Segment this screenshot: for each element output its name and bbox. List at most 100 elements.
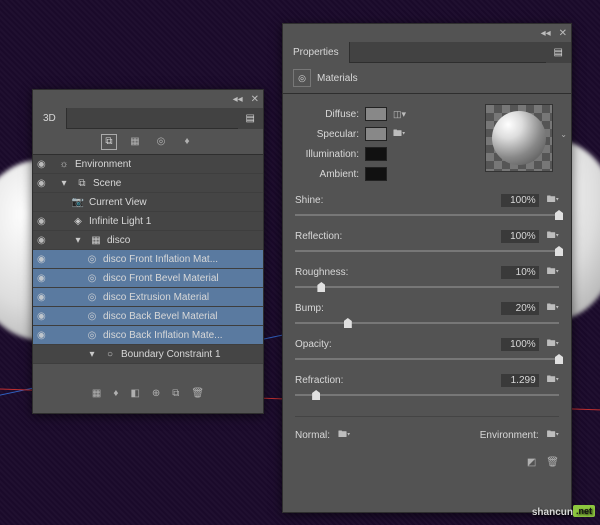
panel-menu-icon[interactable]: ▤ <box>238 108 263 129</box>
tree-row[interactable]: ◉▾⧉Scene <box>33 174 263 193</box>
slider-texture-icon[interactable]: 🖿▾ <box>547 228 559 244</box>
tree-row[interactable]: 📷Current View <box>33 193 263 212</box>
slider-thumb[interactable] <box>555 354 563 364</box>
specular-texture-icon[interactable]: 🖿▾ <box>393 126 405 142</box>
slider-track[interactable] <box>295 318 559 328</box>
slider-value[interactable]: 100% <box>501 338 539 351</box>
tab-properties[interactable]: Properties <box>283 42 350 63</box>
slider-row: Reflection: 100% 🖿▾ <box>295 228 559 256</box>
normal-texture-icon[interactable]: 🖿▾ <box>338 427 350 443</box>
slider-track[interactable] <box>295 354 559 364</box>
new-mesh-icon[interactable]: ▦ <box>92 388 101 399</box>
slider-thumb[interactable] <box>555 210 563 220</box>
ambient-swatch[interactable] <box>365 167 387 181</box>
tree-row[interactable]: ◉▾▦disco <box>33 231 263 250</box>
tab-3d[interactable]: 3D <box>33 108 67 129</box>
diffuse-swatch[interactable] <box>365 107 387 121</box>
visibility-icon[interactable]: ◉ <box>37 273 49 284</box>
item-type-icon: 📷 <box>71 197 85 208</box>
item-label: disco Extrusion Material <box>103 292 209 303</box>
normal-label: Normal: <box>295 430 330 441</box>
trash-icon[interactable]: 🗑 <box>546 457 559 468</box>
item-type-icon: ◈ <box>71 216 85 227</box>
slider-track[interactable] <box>295 210 559 220</box>
visibility-icon[interactable]: ◉ <box>37 235 49 246</box>
panel-3d-bottom: ▦ ♦ ◧ ⊕ ⧉ 🗑 <box>33 381 263 405</box>
item-type-icon: ☼ <box>57 159 71 170</box>
filter-material-icon[interactable]: ◎ <box>153 134 169 150</box>
panel-menu-icon[interactable]: ▤ <box>546 42 571 63</box>
slider-row: Shine:100%🖿▾ <box>295 192 559 220</box>
item-label: disco Back Inflation Mate... <box>103 330 223 341</box>
filter-mesh-icon[interactable]: ▦ <box>127 134 143 150</box>
slider-value[interactable]: 1.299 <box>501 374 539 387</box>
visibility-icon[interactable]: ◉ <box>37 311 49 322</box>
visibility-icon[interactable]: ◉ <box>37 292 49 303</box>
slider-label: Reflection: <box>295 231 342 242</box>
slider-thumb[interactable] <box>317 282 325 292</box>
slider-thumb[interactable] <box>344 318 352 328</box>
duplicate-icon[interactable]: ⧉ <box>172 388 179 399</box>
collapse-icon[interactable]: ◂◂ <box>541 28 551 39</box>
visibility-icon[interactable]: ◉ <box>37 178 49 189</box>
section-materials[interactable]: ◎ Materials <box>283 63 571 94</box>
close-icon[interactable]: ✕ <box>251 94 259 105</box>
tree-row[interactable]: ◉☼Environment <box>33 155 263 174</box>
new-camera-icon[interactable]: ◧ <box>130 388 139 399</box>
material-preview[interactable] <box>485 104 553 172</box>
slider-track[interactable] <box>295 246 559 256</box>
item-label: disco Back Bevel Material <box>103 311 218 322</box>
slider-label: Refraction: <box>295 375 343 386</box>
slider-value[interactable]: 100% <box>501 230 539 243</box>
close-icon[interactable]: ✕ <box>559 28 567 39</box>
preview-dropdown-icon[interactable]: ⌄ <box>560 130 567 139</box>
delete-icon[interactable]: 🗑 <box>191 388 204 399</box>
specular-swatch[interactable] <box>365 127 387 141</box>
slider-row: Opacity:100%🖿▾ <box>295 336 559 364</box>
slider-texture-icon[interactable]: 🖿▾ <box>547 264 559 280</box>
slider-thumb[interactable] <box>312 390 320 400</box>
add-icon[interactable]: ⊕ <box>152 388 160 399</box>
tree-row[interactable]: ◉◈Infinite Light 1 <box>33 212 263 231</box>
tree-row[interactable]: ◉◎disco Front Bevel Material <box>33 269 263 288</box>
item-type-icon: ◎ <box>85 311 99 322</box>
item-type-icon: ◎ <box>85 292 99 303</box>
item-type-icon: ◎ <box>85 254 99 265</box>
slider-texture-icon[interactable]: 🖿▾ <box>547 192 559 208</box>
slider-texture-icon[interactable]: 🖿▾ <box>547 372 559 388</box>
expand-icon[interactable]: ▾ <box>85 349 99 360</box>
filter-scene-icon[interactable]: ⧉ <box>101 134 117 150</box>
new-light-icon[interactable]: ♦ <box>113 388 118 399</box>
scene-tree: ◉☼Environment◉▾⧉Scene📷Current View◉◈Infi… <box>33 155 263 364</box>
tree-row[interactable]: ◉◎disco Front Inflation Mat... <box>33 250 263 269</box>
tree-row[interactable]: ▾○Boundary Constraint 1 <box>33 345 263 364</box>
slider-value[interactable]: 20% <box>501 302 539 315</box>
slider-track[interactable] <box>295 282 559 292</box>
filter-bar: ⧉ ▦ ◎ ♦ <box>33 129 263 155</box>
environment-texture-icon[interactable]: 🖿▾ <box>547 427 559 443</box>
visibility-icon[interactable]: ◉ <box>37 159 49 170</box>
slider-track[interactable] <box>295 390 559 400</box>
expand-icon[interactable]: ▾ <box>57 178 71 189</box>
slider-value[interactable]: 100% <box>501 194 539 207</box>
tree-row[interactable]: ◉◎disco Back Inflation Mate... <box>33 326 263 345</box>
render-settings-icon[interactable]: ◩ <box>527 457 536 468</box>
slider-label: Roughness: <box>295 267 348 278</box>
slider-texture-icon[interactable]: 🖿▾ <box>547 336 559 352</box>
slider-texture-icon[interactable]: 🖿▾ <box>547 300 559 316</box>
filter-light-icon[interactable]: ♦ <box>179 134 195 150</box>
slider-thumb[interactable] <box>555 246 563 256</box>
panel-properties: ◂◂ ✕ Properties ▤ ◎ Materials Diffuse: ◫… <box>282 23 572 513</box>
diffuse-texture-icon[interactable]: ◫▾ <box>393 109 406 120</box>
expand-icon[interactable]: ▾ <box>71 235 85 246</box>
collapse-icon[interactable]: ◂◂ <box>233 94 243 105</box>
panel-props-topbar: ◂◂ ✕ <box>283 24 571 42</box>
tree-row[interactable]: ◉ ◎ disco Back Bevel Material <box>33 307 263 326</box>
tree-row[interactable]: ◉ ◎ disco Extrusion Material <box>33 288 263 307</box>
illumination-swatch[interactable] <box>365 147 387 161</box>
visibility-icon[interactable]: ◉ <box>37 216 49 227</box>
visibility-icon[interactable]: ◉ <box>37 254 49 265</box>
slider-value[interactable]: 10% <box>501 266 539 279</box>
visibility-icon[interactable]: ◉ <box>37 330 49 341</box>
slider-row: Refraction: 1.299 🖿▾ <box>295 372 559 400</box>
